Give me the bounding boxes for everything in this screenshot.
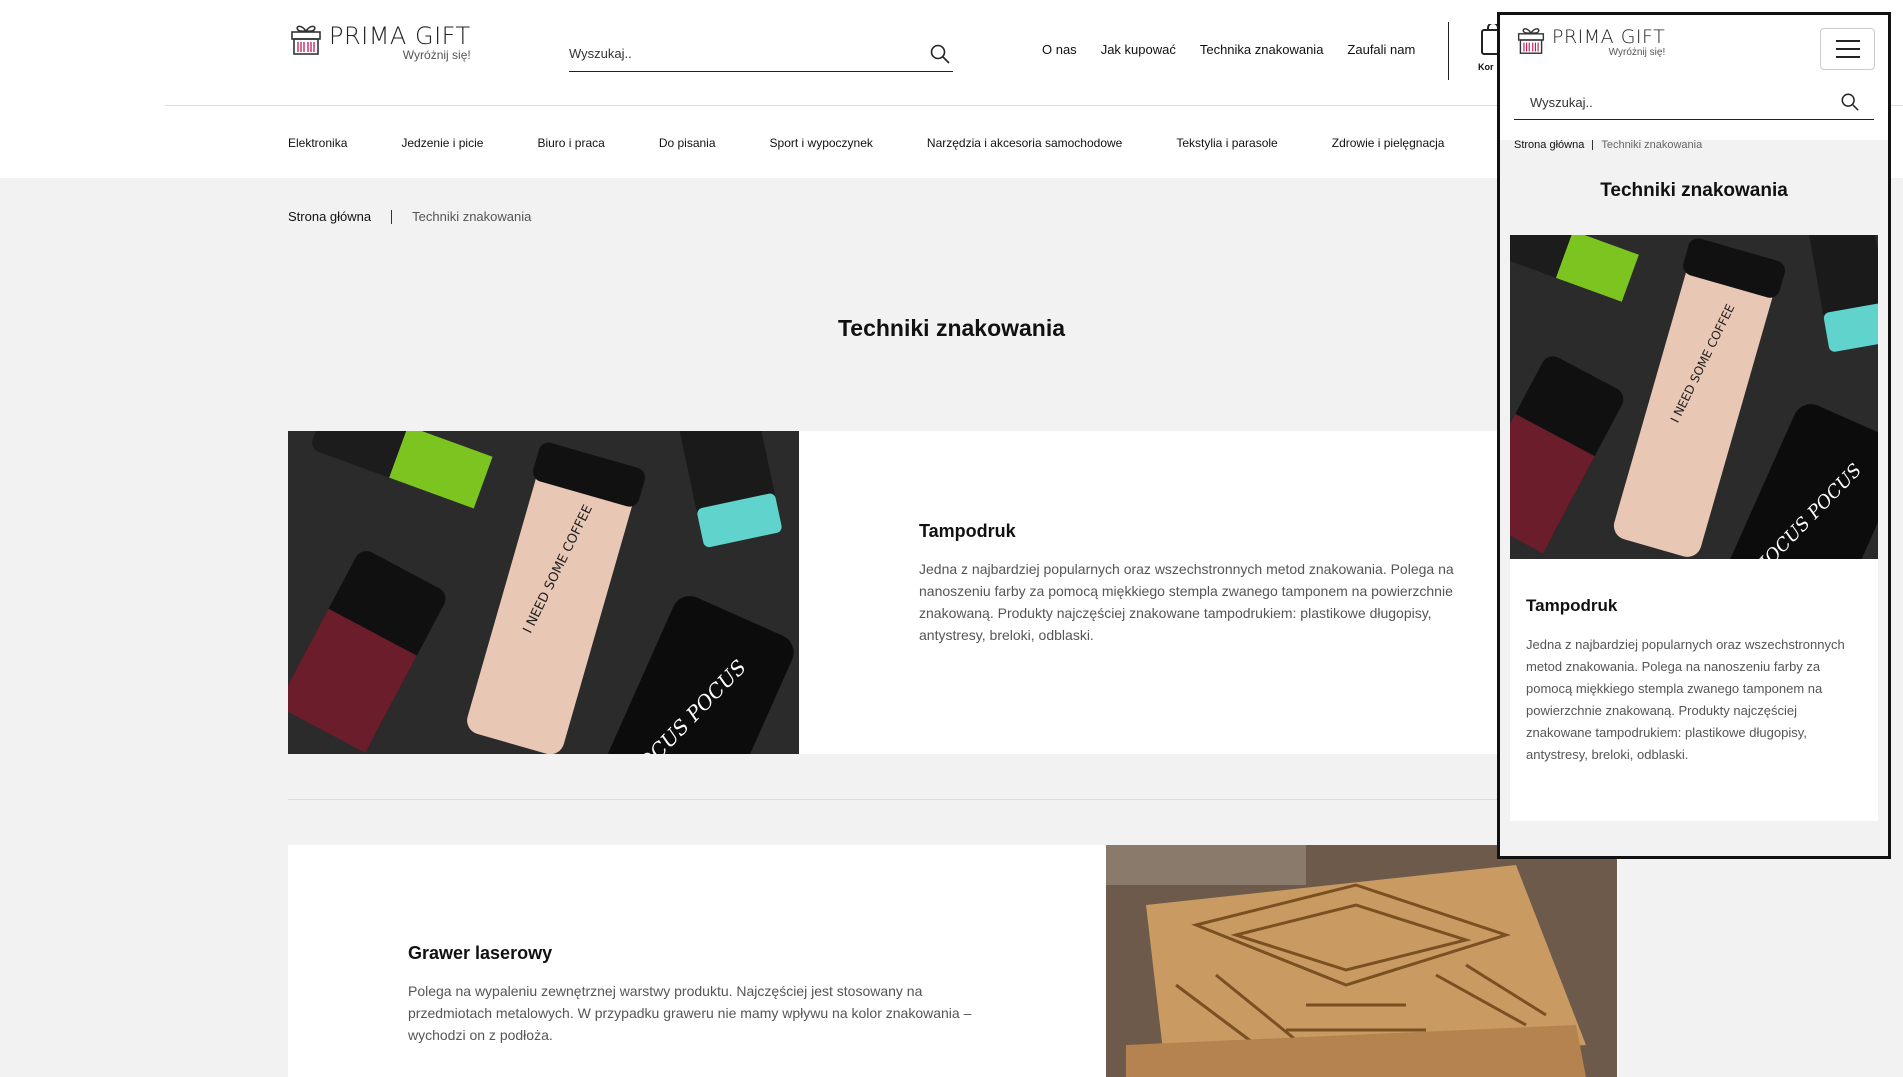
category-tools-auto[interactable]: Narzędzia i akcesoria samochodowe xyxy=(927,136,1122,150)
technique-title: Tampodruk xyxy=(1526,596,1618,615)
mobile-logo[interactable]: PRIMA GIFT Wyróżnij się! xyxy=(1516,25,1665,58)
search-input[interactable] xyxy=(569,38,909,68)
logo[interactable]: PRIMA GIFT Wyróżnij się! xyxy=(289,22,471,62)
category-food-drink[interactable]: Jedzenie i picie xyxy=(401,136,483,150)
hamburger-line xyxy=(1835,40,1860,42)
nav-marking-technique[interactable]: Technika znakowania xyxy=(1200,42,1324,57)
technique-text: Tampodruk Jedna z najbardziej popularnyc… xyxy=(919,521,1459,646)
nav-how-to-buy[interactable]: Jak kupować xyxy=(1101,42,1176,57)
gift-logo-icon xyxy=(291,25,321,55)
breadcrumb-home[interactable]: Strona główna xyxy=(288,209,371,224)
travel-mugs-image: I NEED SOME COFFEE HOCUS POCUS xyxy=(288,431,799,754)
category-electronics[interactable]: Elektronika xyxy=(288,136,347,150)
technique-card: I NEED SOME COFFEE HOCUS POCUS Tampodruk… xyxy=(288,431,1618,754)
technique-title: Tampodruk xyxy=(919,521,1016,541)
search-bar xyxy=(569,38,953,72)
technique-text: Grawer laserowy Polega na wypaleniu zewn… xyxy=(408,943,1008,1046)
brand-name: PRIMA GIFT xyxy=(1552,26,1666,48)
divider xyxy=(1448,22,1449,80)
top-nav: O nas Jak kupować Technika znakowania Za… xyxy=(1042,42,1415,57)
breadcrumb-current: Techniki znakowania xyxy=(1601,139,1703,151)
wooden-coasters-image xyxy=(1106,845,1617,1077)
technique-text: Tampodruk Jedna z najbardziej popularnyc… xyxy=(1526,596,1856,766)
category-writing[interactable]: Do pisania xyxy=(659,136,716,150)
brand-tagline: Wyróżnij się! xyxy=(402,48,471,62)
mobile-search-bar xyxy=(1514,86,1874,120)
breadcrumb-separator xyxy=(1592,140,1594,150)
breadcrumb-current: Techniki znakowania xyxy=(412,209,532,224)
gift-logo-icon xyxy=(1517,28,1545,54)
breadcrumb-separator xyxy=(391,209,393,224)
nav-about[interactable]: O nas xyxy=(1042,42,1077,57)
mobile-header: PRIMA GIFT Wyróżnij się! xyxy=(1500,15,1888,140)
category-office[interactable]: Biuro i praca xyxy=(537,136,604,150)
section-divider xyxy=(288,799,1618,800)
brand-tagline: Wyróżnij się! xyxy=(1608,47,1666,58)
technique-description: Jedna z najbardziej popularnych oraz wsz… xyxy=(1526,637,1845,762)
technique-title: Grawer laserowy xyxy=(408,943,553,963)
category-nav: Elektronika Jedzenie i picie Biuro i pra… xyxy=(288,136,1444,150)
mobile-page-title: Techniki znakowania xyxy=(1600,180,1788,201)
page: PRIMA GIFT Wyróżnij się! O nas Jak kupow… xyxy=(0,0,1903,1077)
search-icon[interactable] xyxy=(1840,92,1860,112)
technique-description: Jedna z najbardziej popularnych oraz wsz… xyxy=(919,561,1454,643)
mobile-search-input[interactable] xyxy=(1514,86,1824,118)
mobile-preview: PRIMA GIFT Wyróżnij się! Strona główna T xyxy=(1497,12,1891,859)
mobile-technique-card: I NEED SOME COFFEE HOCUS POCUS Tampodruk… xyxy=(1510,235,1878,821)
brand-name: PRIMA GIFT xyxy=(329,22,471,50)
technique-card: Grawer laserowy Polega na wypaleniu zewn… xyxy=(288,845,1618,1077)
category-textiles[interactable]: Tekstylia i parasole xyxy=(1176,136,1277,150)
category-health[interactable]: Zdrowie i pielęgnacja xyxy=(1332,136,1445,150)
technique-description: Polega na wypaleniu zewnętrznej warstwy … xyxy=(408,983,972,1043)
nav-trusted-us[interactable]: Zaufali nam xyxy=(1347,42,1415,57)
hamburger-line xyxy=(1835,48,1860,50)
breadcrumb: Strona główna Techniki znakowania xyxy=(288,209,531,224)
hamburger-menu-button[interactable] xyxy=(1820,28,1875,70)
hamburger-line xyxy=(1835,56,1860,58)
breadcrumb-home[interactable]: Strona główna xyxy=(1514,139,1584,151)
cart-label[interactable]: Kor xyxy=(1478,62,1494,72)
travel-mugs-image: I NEED SOME COFFEE HOCUS POCUS xyxy=(1510,235,1878,559)
category-sport[interactable]: Sport i wypoczynek xyxy=(770,136,873,150)
search-icon[interactable] xyxy=(929,43,951,65)
mobile-breadcrumb: Strona główna Techniki znakowania xyxy=(1514,139,1702,151)
